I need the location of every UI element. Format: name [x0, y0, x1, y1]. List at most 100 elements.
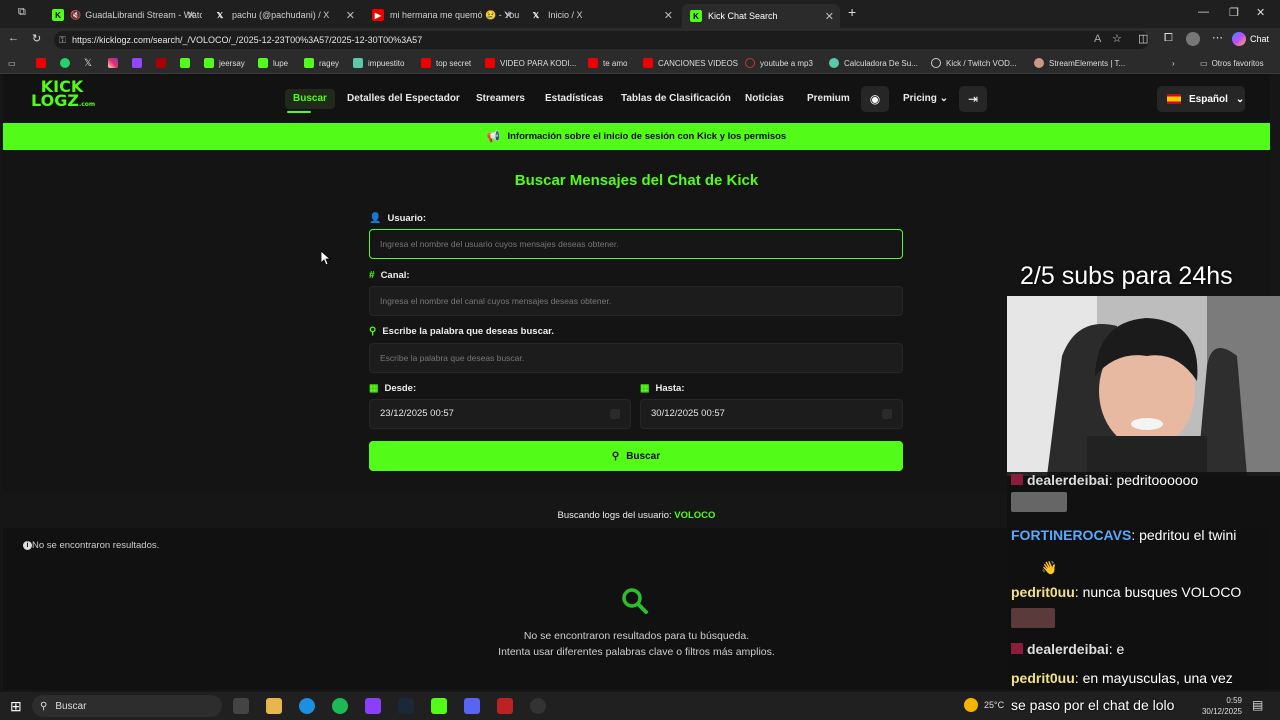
notifications-icon[interactable]: ▤: [1252, 698, 1263, 712]
favorite-star-icon[interactable]: ☆: [1112, 32, 1122, 45]
weather-icon[interactable]: [964, 698, 978, 712]
badge-icon: [1011, 643, 1023, 654]
youtube-icon: [421, 58, 431, 68]
bookmark-streamelements[interactable]: StreamElements | T...: [1034, 56, 1125, 70]
nav-pricing[interactable]: Pricing ⌄: [903, 89, 948, 109]
taskbar-search[interactable]: ⚲ Buscar: [32, 695, 222, 717]
bookmark-label: CANCIONES VIDEOS: [658, 58, 739, 68]
bookmark-red[interactable]: [156, 56, 171, 70]
bookmark-top-secret[interactable]: top secret: [421, 56, 471, 70]
user-icon: 👤: [369, 213, 382, 224]
buscar-button[interactable]: ⚲ Buscar: [369, 441, 903, 471]
canal-input[interactable]: Ingresa el nombre del canal cuyos mensaj…: [369, 286, 903, 316]
close-icon[interactable]: ✕: [346, 9, 355, 22]
chat-text: pedritou el twini: [1139, 527, 1237, 543]
clock[interactable]: 0:59 30/12/2025: [1196, 695, 1242, 717]
bookmark-jeersay[interactable]: jeersay: [204, 56, 245, 70]
muted-icon[interactable]: 🔇: [70, 10, 81, 21]
bookmark-kick-twitch-vod[interactable]: Kick / Twitch VOD...: [931, 56, 1017, 70]
spotify-icon[interactable]: [332, 698, 348, 714]
canva-icon[interactable]: [365, 698, 381, 714]
maximize-button[interactable]: ❐: [1229, 6, 1239, 19]
bookmark-lupe[interactable]: lupe: [258, 56, 288, 70]
bookmark-ragey[interactable]: ragey: [304, 56, 339, 70]
discord-app-icon[interactable]: [464, 698, 480, 714]
bookmark-twitch[interactable]: [132, 56, 147, 70]
task-view-icon[interactable]: [233, 698, 249, 714]
file-explorer-icon[interactable]: [266, 698, 282, 714]
windows-start-icon[interactable]: ⊞: [10, 698, 22, 715]
tab-kick-chat-search[interactable]: K Kick Chat Search ✕: [682, 4, 840, 28]
login-info-banner[interactable]: 📢 Información sobre el inicio de sesión …: [3, 123, 1270, 150]
close-icon[interactable]: ✕: [187, 9, 196, 22]
url-input[interactable]: ⚿ https://kicklogz.com/search/_/VOLOCO/_…: [54, 31, 1149, 49]
emote-image: [1011, 608, 1055, 628]
calendar-icon: ▦: [369, 383, 379, 394]
badge-icon: [1011, 474, 1023, 485]
steam-icon[interactable]: [398, 698, 414, 714]
nav-premium[interactable]: Premium: [807, 89, 850, 109]
bookmark-impuestito[interactable]: impuestito: [353, 56, 404, 70]
tab-inicio-x[interactable]: 𝕏 Inicio / X ✕: [522, 4, 679, 26]
close-icon[interactable]: ✕: [825, 10, 834, 23]
split-screen-icon[interactable]: ◫: [1138, 32, 1148, 45]
close-window-button[interactable]: ✕: [1256, 6, 1265, 19]
new-tab-button[interactable]: +: [848, 4, 856, 20]
palabra-input[interactable]: Escribe la palabra que deseas buscar.: [369, 343, 903, 373]
collections-icon[interactable]: ▭: [8, 56, 16, 70]
bookmark-canciones[interactable]: CANCIONES VIDEOS: [643, 56, 738, 70]
chat-user: dealerdeibai: [1027, 641, 1109, 657]
palabra-label: ⚲ Escribe la palabra que deseas buscar.: [369, 326, 554, 337]
back-button[interactable]: ←: [8, 32, 19, 44]
usuario-input[interactable]: Ingresa el nombre del usuario cuyos mens…: [369, 229, 903, 259]
app-icon[interactable]: [497, 698, 513, 714]
profile-avatar[interactable]: [1186, 32, 1200, 46]
edge-icon[interactable]: [299, 698, 315, 714]
calendar-picker-icon[interactable]: [882, 409, 892, 419]
nav-tablas-clasificacion[interactable]: Tablas de Clasificación: [621, 89, 731, 109]
other-favorites[interactable]: ▭ Otros favoritos: [1200, 56, 1264, 70]
info-icon: i: [23, 541, 32, 550]
tab-pachu[interactable]: 𝕏 pachu (@pachudani) / X ✕: [206, 4, 361, 26]
bookmark-x[interactable]: 𝕏: [84, 56, 92, 70]
hasta-datetime-input[interactable]: 30/12/2025 00:57: [640, 399, 903, 429]
language-selector[interactable]: Español ⌄: [1157, 86, 1245, 112]
extensions-icon[interactable]: ⧠: [1164, 32, 1173, 45]
tab-guadalibrandi[interactable]: K 🔇 GuadaLibrandi Stream - Watc ✕: [44, 4, 202, 26]
menu-icon[interactable]: ⋯: [1212, 31, 1223, 44]
search-icon: ⚲: [611, 450, 620, 462]
obs-icon[interactable]: [530, 698, 546, 714]
close-icon[interactable]: ✕: [504, 9, 513, 22]
bookmark-kick[interactable]: [180, 56, 195, 70]
chevron-right-icon[interactable]: ›: [1172, 56, 1175, 70]
nav-detalles-espectador[interactable]: Detalles del Espectador: [347, 89, 460, 109]
bookmark-calculadora[interactable]: Calculadora De Su...: [829, 56, 918, 70]
bookmark-youtube[interactable]: [36, 56, 51, 70]
read-aloud-icon[interactable]: A: [1094, 33, 1101, 45]
mouse-cursor: [320, 250, 332, 268]
nav-buscar[interactable]: Buscar: [285, 89, 335, 109]
calendar-picker-icon[interactable]: [610, 409, 620, 419]
login-icon[interactable]: ⇥: [959, 86, 987, 112]
buscar-button-label: Buscar: [626, 450, 661, 462]
tab-youtube[interactable]: ▶ mi hermana me quemó 😢 - You ✕: [364, 4, 519, 26]
discord-icon[interactable]: ◉: [861, 86, 889, 112]
kicklogz-logo[interactable]: KICK LOGZ.com: [31, 79, 95, 114]
close-icon[interactable]: ✕: [664, 9, 673, 22]
kick-app-icon[interactable]: [431, 698, 447, 714]
bookmark-instagram[interactable]: [108, 56, 123, 70]
hasta-label: ▦ Hasta:: [640, 383, 685, 394]
refresh-button[interactable]: ↻: [32, 32, 41, 45]
bookmark-video-kodi[interactable]: VIDEO PARA KODI...: [485, 56, 576, 70]
bookmark-te-amo[interactable]: te amo: [588, 56, 627, 70]
copilot-chat-button[interactable]: Chat: [1232, 32, 1269, 46]
desde-datetime-input[interactable]: 23/12/2025 00:57: [369, 399, 631, 429]
calendar-icon: ▦: [640, 383, 650, 394]
workspaces-icon[interactable]: ⧉: [18, 6, 26, 19]
bookmark-youtube-mp3[interactable]: youtube a mp3: [745, 56, 813, 70]
nav-estadisticas[interactable]: Estadísticas: [545, 89, 603, 109]
nav-streamers[interactable]: Streamers: [476, 89, 525, 109]
minimize-button[interactable]: —: [1198, 6, 1209, 18]
bookmark-whatsapp[interactable]: [60, 56, 75, 70]
nav-noticias[interactable]: Noticias: [745, 89, 784, 109]
